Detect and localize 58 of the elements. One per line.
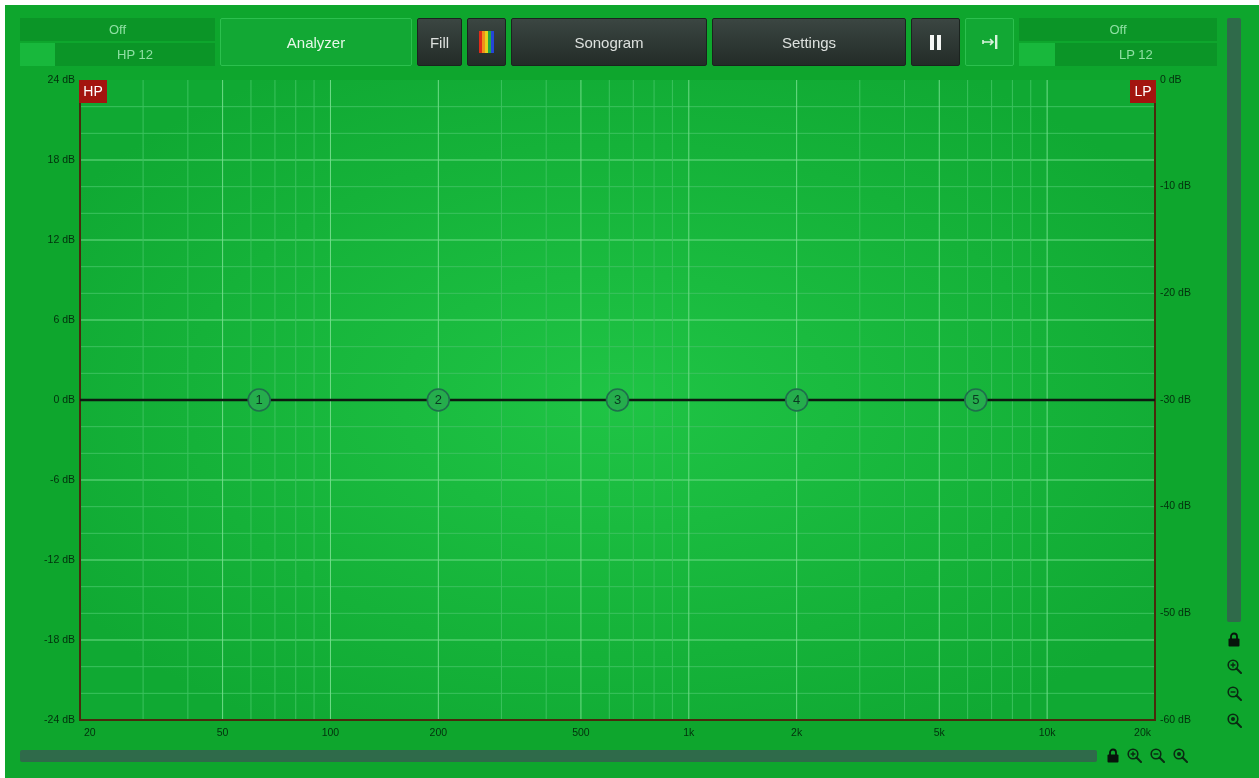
zoom-in-icon[interactable]	[1127, 748, 1142, 763]
highpass-handle[interactable]: HP	[79, 80, 107, 103]
y-axis-label: -6 dB	[49, 472, 75, 485]
x-axis-label: 200	[429, 725, 448, 738]
right-axis-label: -40 dB	[1160, 499, 1191, 512]
x-axis-label: 50	[216, 725, 229, 738]
x-axis-label: 1k	[683, 725, 695, 738]
zoom-reset-icon[interactable]	[1173, 748, 1188, 763]
lock-icon[interactable]	[1228, 632, 1240, 647]
band-node[interactable]: 5	[964, 388, 988, 412]
slope-slider[interactable]: HP 12	[20, 43, 215, 66]
arrow-to-bar-icon	[981, 35, 998, 49]
slope-slider[interactable]: LP 12	[1019, 43, 1217, 66]
right-axis-label: -30 dB	[1160, 392, 1191, 405]
x-axis-label: 100	[321, 725, 340, 738]
right-axis-label: 0 dB	[1160, 72, 1182, 85]
zoom-reset-icon[interactable]	[1226, 713, 1242, 728]
color-stripes-icon	[479, 31, 494, 53]
toolbar-button[interactable]: Analyzer	[220, 18, 412, 66]
band-node[interactable]: 1	[247, 388, 271, 412]
horizontal-scrollbar[interactable]	[20, 749, 1097, 762]
x-axis-label: 5k	[933, 725, 945, 738]
slope-value: LP 12	[1117, 46, 1154, 64]
band-node[interactable]: 2	[426, 388, 451, 412]
y-axis-label: -24 dB	[44, 712, 75, 725]
x-axis-label: 10k	[1038, 725, 1056, 738]
band-node[interactable]: 4	[784, 388, 809, 412]
filter-mode-button[interactable]: Off	[20, 18, 215, 41]
lowpass-handle[interactable]: LP	[1130, 80, 1156, 103]
y-axis-label: 18 dB	[47, 152, 75, 165]
right-axis-label: -50 dB	[1160, 606, 1191, 619]
right-axis-label: -20 dB	[1160, 286, 1191, 299]
filter-mode-button[interactable]: Off	[1019, 18, 1217, 41]
y-axis-label: 12 dB	[47, 232, 75, 245]
right-axis-label: -10 dB	[1160, 179, 1191, 192]
zoom-in-icon[interactable]	[1226, 659, 1242, 674]
toolbar-button[interactable]: Settings	[712, 18, 906, 66]
y-axis-label: 24 dB	[47, 72, 75, 85]
lock-icon[interactable]	[1107, 748, 1119, 763]
x-axis-label: 20	[84, 725, 96, 738]
zoom-out-icon[interactable]	[1226, 686, 1242, 701]
band-node[interactable]: 3	[605, 388, 630, 412]
pause-icon	[930, 34, 941, 50]
y-axis-label: 6 dB	[53, 312, 75, 325]
slope-value: HP 12	[116, 46, 154, 64]
x-axis-label: 500	[572, 725, 590, 738]
x-axis-label: 20k	[1134, 725, 1151, 738]
vertical-scrollbar[interactable]	[1227, 18, 1241, 622]
x-axis-label: 2k	[791, 725, 803, 738]
zoom-out-icon[interactable]	[1150, 748, 1165, 763]
color-stripes-button[interactable]	[467, 18, 506, 66]
y-axis-label: 0 dB	[53, 392, 75, 405]
y-axis-label: -12 dB	[44, 552, 75, 565]
y-axis-label: -18 dB	[44, 632, 75, 645]
toolbar-button[interactable]: Sonogram	[511, 18, 707, 66]
right-axis-label: -60 dB	[1160, 712, 1191, 725]
toolbar-button[interactable]: Fill	[417, 18, 462, 66]
pause-button[interactable]	[911, 18, 960, 66]
